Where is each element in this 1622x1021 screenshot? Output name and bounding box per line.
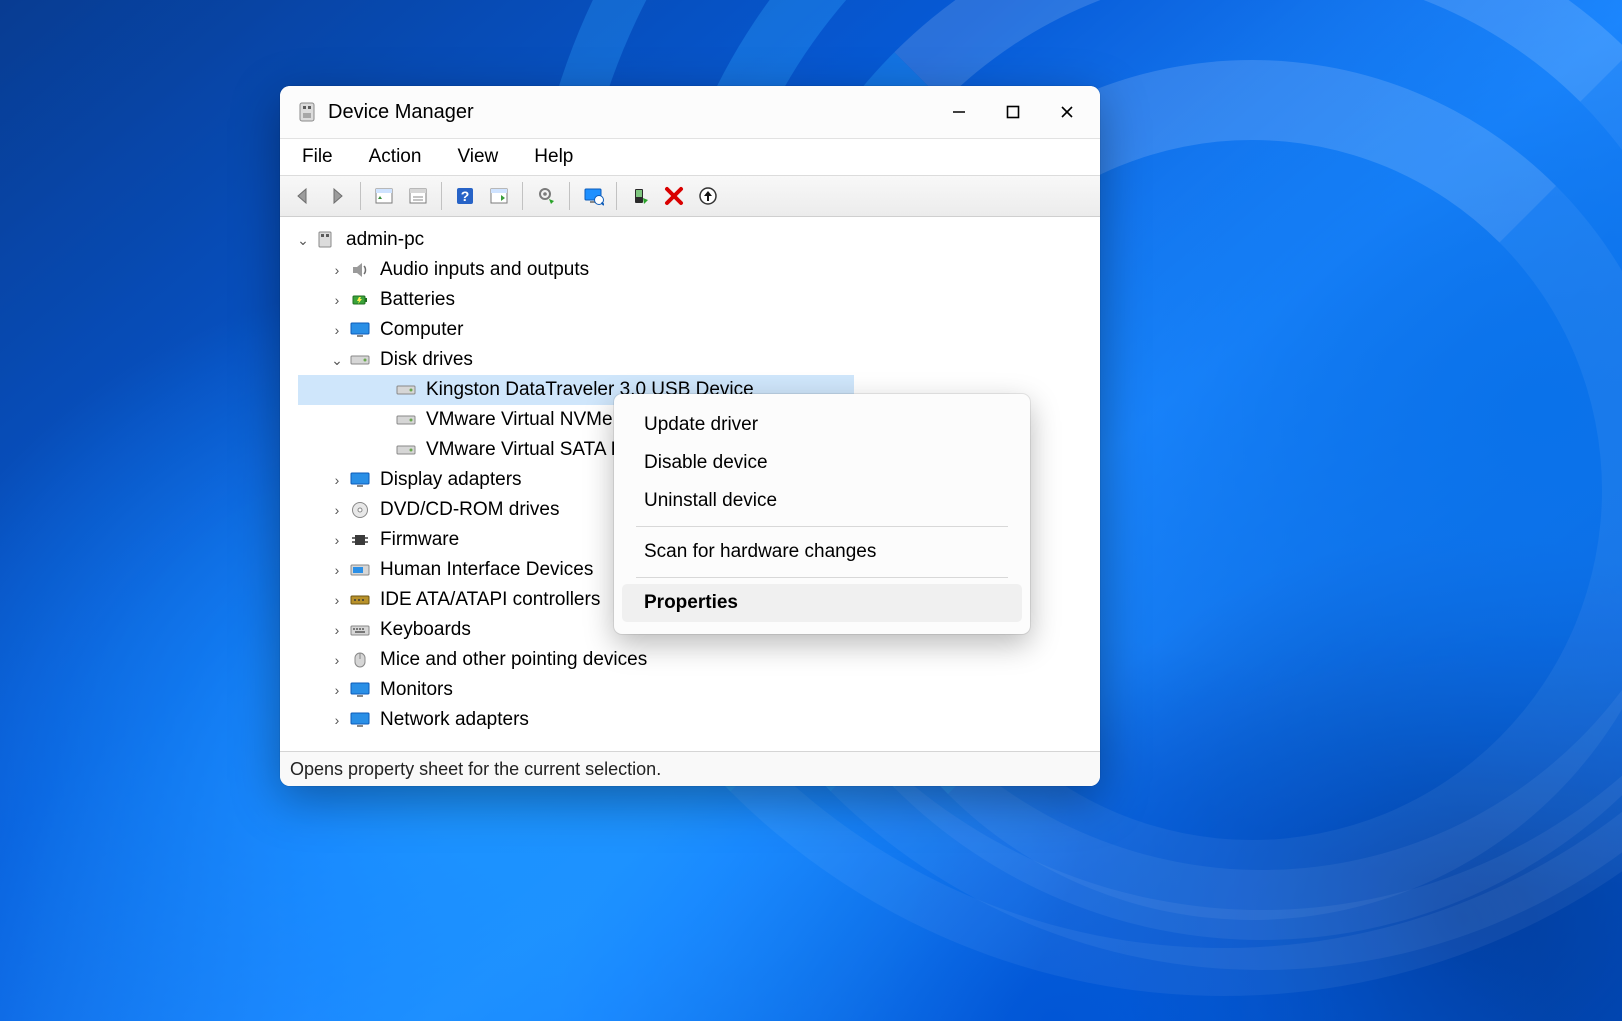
context-item-uninstall-device[interactable]: Uninstall device — [622, 482, 1022, 520]
context-item-disable-device[interactable]: Disable device — [622, 444, 1022, 482]
console-tree-icon — [374, 186, 394, 206]
chip-icon — [348, 530, 372, 550]
disc-icon — [348, 500, 372, 520]
tree-category-network[interactable]: › Network adapters — [288, 705, 1096, 735]
expand-collapse-icon[interactable]: › — [326, 652, 348, 668]
back-icon — [293, 186, 313, 206]
speaker-icon — [348, 260, 372, 280]
drive-icon — [348, 350, 372, 370]
expand-collapse-icon[interactable]: › — [326, 472, 348, 488]
tree-node-label: admin-pc — [346, 229, 434, 251]
context-separator — [636, 526, 1008, 527]
battery-icon — [348, 290, 372, 310]
tree-category-monitors[interactable]: › Monitors — [288, 675, 1096, 705]
tree-category-computer[interactable]: › Computer — [288, 315, 1096, 345]
tree-root[interactable]: ⌄ admin-pc — [288, 225, 1096, 255]
disable-x-icon — [664, 186, 684, 206]
drive-icon — [394, 380, 418, 400]
tree-node-label: IDE ATA/ATAPI controllers — [380, 589, 610, 611]
computer-icon — [314, 230, 338, 250]
hid-icon — [348, 560, 372, 580]
uninstall-icon — [698, 186, 718, 206]
context-item-scan-hardware[interactable]: Scan for hardware changes — [622, 533, 1022, 571]
status-text: Opens property sheet for the current sel… — [290, 759, 661, 780]
keyboard-icon — [348, 620, 372, 640]
context-separator — [636, 577, 1008, 578]
scan-hardware-button[interactable] — [578, 181, 608, 211]
back-button[interactable] — [288, 181, 318, 211]
tree-category-disk-drives[interactable]: ⌄ Disk drives — [288, 345, 1096, 375]
expand-collapse-icon[interactable]: › — [326, 592, 348, 608]
tree-category-audio[interactable]: › Audio inputs and outputs — [288, 255, 1096, 285]
expand-collapse-icon[interactable]: › — [326, 322, 348, 338]
tree-node-label: Mice and other pointing devices — [380, 649, 657, 671]
maximize-button[interactable] — [986, 91, 1040, 133]
enable-device-button[interactable] — [625, 181, 655, 211]
expand-collapse-icon[interactable]: › — [326, 622, 348, 638]
menu-file[interactable]: File — [298, 144, 337, 170]
display-icon — [348, 470, 372, 490]
context-menu: Update driver Disable device Uninstall d… — [614, 394, 1030, 634]
display-icon — [348, 680, 372, 700]
ide-icon — [348, 590, 372, 610]
update-driver-icon — [536, 186, 556, 206]
expand-collapse-icon[interactable]: › — [326, 292, 348, 308]
close-button[interactable] — [1040, 91, 1094, 133]
drive-icon — [394, 440, 418, 460]
expand-collapse-icon[interactable]: › — [326, 712, 348, 728]
tree-category-mice[interactable]: › Mice and other pointing devices — [288, 645, 1096, 675]
scan-hardware-icon — [582, 186, 604, 206]
tree-node-label: Batteries — [380, 289, 465, 311]
apps-icon — [489, 186, 509, 206]
svg-text:?: ? — [461, 188, 470, 204]
menu-bar: File Action View Help — [280, 139, 1100, 176]
monitor-icon — [348, 320, 372, 340]
minimize-button[interactable] — [932, 91, 986, 133]
window-title: Device Manager — [328, 101, 474, 124]
tree-node-label: Display adapters — [380, 469, 532, 491]
expand-collapse-icon[interactable]: ⌄ — [326, 352, 348, 369]
context-item-update-driver[interactable]: Update driver — [622, 406, 1022, 444]
status-bar: Opens property sheet for the current sel… — [280, 751, 1100, 786]
enable-device-icon — [630, 186, 650, 206]
tree-node-label: Human Interface Devices — [380, 559, 603, 581]
tree-node-label: Monitors — [380, 679, 463, 701]
menu-help[interactable]: Help — [530, 144, 577, 170]
title-bar[interactable]: Device Manager — [280, 86, 1100, 139]
uninstall-device-button[interactable] — [693, 181, 723, 211]
properties-icon — [408, 186, 428, 206]
tree-node-label: Network adapters — [380, 709, 539, 731]
tree-node-label: Firmware — [380, 529, 469, 551]
tree-node-label: Computer — [380, 319, 473, 341]
expand-collapse-icon[interactable]: ⌄ — [292, 232, 314, 249]
mouse-icon — [348, 650, 372, 670]
forward-icon — [327, 186, 347, 206]
properties-button[interactable] — [403, 181, 433, 211]
expand-collapse-icon[interactable]: › — [326, 562, 348, 578]
expand-collapse-icon[interactable]: › — [326, 262, 348, 278]
menu-action[interactable]: Action — [365, 144, 426, 170]
tree-node-label: Keyboards — [380, 619, 481, 641]
tree-category-batteries[interactable]: › Batteries — [288, 285, 1096, 315]
expand-collapse-icon[interactable]: › — [326, 532, 348, 548]
app-icon — [296, 101, 318, 123]
expand-collapse-icon[interactable]: › — [326, 502, 348, 518]
show-hidden-devices-button[interactable] — [484, 181, 514, 211]
show-hide-console-tree-button[interactable] — [369, 181, 399, 211]
menu-view[interactable]: View — [453, 144, 502, 170]
expand-collapse-icon[interactable]: › — [326, 682, 348, 698]
context-item-properties[interactable]: Properties — [622, 584, 1022, 622]
update-driver-button[interactable] — [531, 181, 561, 211]
tree-node-label: Disk drives — [380, 349, 483, 371]
forward-button[interactable] — [322, 181, 352, 211]
toolbar: ? — [280, 176, 1100, 217]
help-icon: ? — [455, 186, 475, 206]
network-icon — [348, 710, 372, 730]
drive-icon — [394, 410, 418, 430]
tree-node-label: Audio inputs and outputs — [380, 259, 599, 281]
tree-node-label: DVD/CD-ROM drives — [380, 499, 569, 521]
help-button[interactable]: ? — [450, 181, 480, 211]
disable-device-button[interactable] — [659, 181, 689, 211]
